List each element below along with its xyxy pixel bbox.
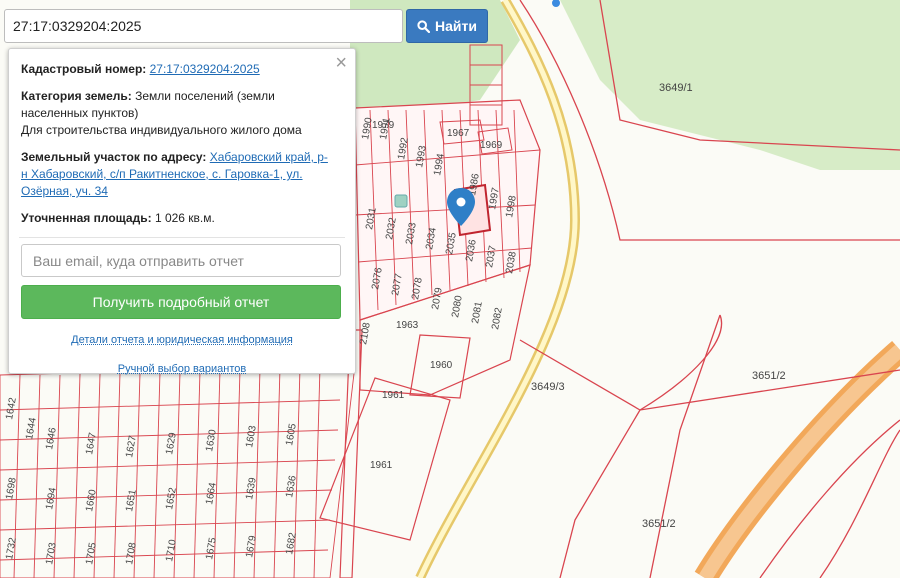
parcel-label-3649-1: 3649/1 bbox=[659, 82, 693, 94]
lot-label-1963: 1963 bbox=[396, 320, 419, 331]
parcel-info-panel: × Кадастровый номер: 27:17:0329204:2025 … bbox=[8, 48, 356, 375]
search-button[interactable]: Найти bbox=[406, 9, 488, 43]
category-label: Категория земель: bbox=[21, 89, 132, 103]
cadastral-number-link[interactable]: 27:17:0329204:2025 bbox=[150, 62, 260, 76]
cadastral-label: Кадастровый номер: bbox=[21, 62, 147, 76]
search-icon bbox=[417, 19, 431, 33]
category-row: Категория земель: Земли поселений (земли… bbox=[21, 88, 343, 139]
search-bar: Найти bbox=[4, 9, 488, 43]
get-report-button[interactable]: Получить подробный отчет bbox=[21, 285, 341, 319]
search-input[interactable] bbox=[4, 9, 403, 43]
lot-label-1979: 1979 bbox=[372, 120, 395, 131]
parcel-label-3649-3: 3649/3 bbox=[531, 381, 565, 393]
usage-value: Для строительства индивидуального жилого… bbox=[21, 123, 302, 137]
email-field[interactable] bbox=[21, 244, 341, 277]
cadastral-row: Кадастровый номер: 27:17:0329204:2025 bbox=[21, 61, 343, 78]
report-details-link[interactable]: Детали отчета и юридическая информация bbox=[21, 332, 343, 349]
close-icon[interactable]: × bbox=[335, 53, 347, 73]
lot-label-1961a: 1961 bbox=[382, 390, 405, 401]
lot-label-1969: 1969 bbox=[480, 140, 503, 151]
lot-label-1961b: 1961 bbox=[370, 460, 393, 471]
address-row: Земельный участок по адресу: Хабаровский… bbox=[21, 149, 343, 200]
area-label: Уточненная площадь: bbox=[21, 211, 152, 225]
address-label: Земельный участок по адресу: bbox=[21, 150, 207, 164]
parcel-label-3651-2a: 3651/2 bbox=[752, 370, 786, 382]
building-icon bbox=[394, 194, 408, 208]
lot-label-1967: 1967 bbox=[447, 128, 470, 139]
area-row: Уточненная площадь: 1 026 кв.м. bbox=[21, 210, 343, 227]
manual-selection-link[interactable]: Ручной выбор вариантов bbox=[21, 361, 343, 378]
search-button-label: Найти bbox=[435, 18, 477, 34]
area-value: 1 026 кв.м. bbox=[154, 211, 215, 225]
divider bbox=[19, 237, 345, 238]
lot-label-1960: 1960 bbox=[430, 360, 453, 371]
parcel-label-3651-2b: 3651/2 bbox=[642, 518, 676, 530]
